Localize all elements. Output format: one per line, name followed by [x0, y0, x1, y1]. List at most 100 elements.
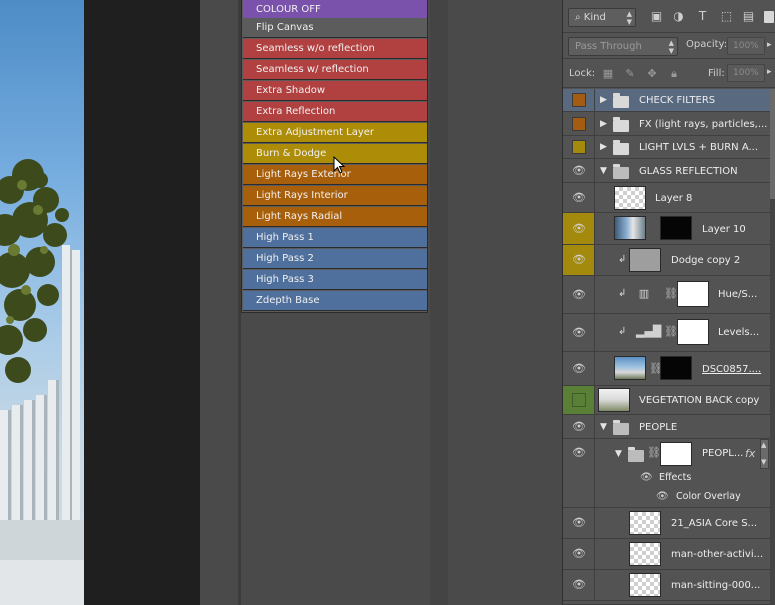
layer-thumbnail — [629, 248, 661, 272]
menu-item-colour-off[interactable]: COLOUR OFF — [243, 0, 427, 20]
fill-field[interactable]: 100% — [727, 64, 765, 82]
layer-row-check-filters[interactable]: ▶ CHECK FILTERS — [563, 89, 773, 112]
link-chain-icon[interactable]: ⛓︎ — [664, 288, 678, 300]
folder-icon — [613, 93, 629, 108]
menu-item-zdepth-base[interactable]: Zdepth Base — [243, 291, 427, 311]
layer-visibility-cell[interactable]: 👁︎ — [563, 213, 595, 244]
layer-visibility-cell[interactable]: 👁︎ — [563, 539, 595, 569]
eye-icon[interactable]: 👁︎ — [572, 254, 586, 265]
menu-item-seamless-with-reflection[interactable]: Seamless w/ reflection — [243, 60, 427, 80]
layer-row-man-sitting[interactable]: 👁︎ man-sitting-000... — [563, 570, 773, 601]
menu-item-extra-reflection[interactable]: Extra Reflection — [243, 102, 427, 122]
dropdown-arrow-icon[interactable]: ▸ — [767, 67, 772, 77]
layer-row-people[interactable]: 👁︎ ▼ PEOPLE — [563, 415, 773, 439]
layer-effects-fx-icon[interactable]: fx — [745, 447, 755, 460]
scroll-up-arrow-icon[interactable]: ▲ — [761, 441, 766, 449]
layer-row-layer-8[interactable]: 👁︎ Layer 8 — [563, 183, 773, 213]
layer-row-dodge-copy-2[interactable]: 👁︎ ↲ Dodge copy 2 — [563, 245, 773, 276]
layer-visibility-cell[interactable] — [563, 136, 595, 158]
scroll-down-arrow-icon[interactable]: ▼ — [761, 458, 766, 466]
layer-visibility-cell[interactable]: 👁︎ — [563, 245, 595, 275]
menu-item-seamless-without-reflection[interactable]: Seamless w/o reflection — [243, 39, 427, 59]
layer-effects-row[interactable]: 👁︎ Effects — [563, 469, 773, 488]
eye-icon[interactable]: 👁︎ — [572, 223, 586, 234]
dropdown-arrow-icon[interactable]: ▸ — [767, 40, 772, 50]
link-chain-icon[interactable]: ⛓︎ — [664, 326, 678, 338]
layer-row-levels[interactable]: 👁︎ ↲ ▂▄█ ⛓︎ Levels... — [563, 314, 773, 352]
eye-icon[interactable]: 👁︎ — [572, 447, 586, 458]
layer-visibility-cell — [563, 469, 595, 488]
lock-bar: Lock: ▦ ✎ ✥ 🔒︎ Fill: 100% ▸ — [563, 59, 775, 88]
layer-visibility-cell[interactable]: 👁︎ — [563, 508, 595, 538]
menu-item-extra-adjustment-layer[interactable]: Extra Adjustment Layer — [243, 123, 427, 143]
layer-visibility-cell[interactable]: 👁︎ — [563, 439, 595, 469]
expand-triangle-icon[interactable]: ▶ — [600, 142, 607, 152]
lock-image-pixels-icon[interactable]: ✎ — [623, 67, 637, 81]
menu-item-flip-canvas[interactable]: Flip Canvas — [243, 18, 427, 38]
menu-item-high-pass-3[interactable]: High Pass 3 — [243, 270, 427, 290]
layer-visibility-cell[interactable]: 👁︎ — [563, 159, 595, 182]
smart-object-filter-icon[interactable]: ▤ — [741, 9, 756, 24]
color-overlay-effect-row[interactable]: 👁︎ Color Overlay — [563, 488, 773, 508]
eye-icon[interactable]: 👁︎ — [572, 363, 586, 374]
layer-name: GLASS REFLECTION — [639, 166, 738, 177]
lock-position-icon[interactable]: ✥ — [645, 67, 659, 81]
eye-icon[interactable]: 👁︎ — [572, 327, 586, 338]
expand-triangle-icon[interactable]: ▶ — [600, 95, 607, 105]
filter-toggle-button[interactable] — [764, 11, 774, 23]
eye-icon[interactable]: 👁︎ — [572, 517, 586, 528]
layer-visibility-cell[interactable]: 👁︎ — [563, 276, 595, 313]
layer-visibility-cell[interactable] — [563, 386, 595, 414]
layer-row-layer-10[interactable]: 👁︎ Layer 10 — [563, 213, 773, 245]
opacity-field[interactable]: 100% — [727, 37, 765, 55]
layer-visibility-cell[interactable]: 👁︎ — [563, 415, 595, 438]
eye-icon[interactable]: 👁︎ — [572, 548, 586, 559]
type-layer-filter-icon[interactable]: T — [695, 9, 710, 24]
eye-icon[interactable]: 👁︎ — [572, 289, 586, 300]
layer-row-hue-saturation[interactable]: 👁︎ ↲ ▥ ⛓︎ Hue/S... — [563, 276, 773, 314]
eye-icon[interactable]: 👁︎ — [656, 492, 670, 502]
eye-icon[interactable]: 👁︎ — [572, 165, 586, 176]
collapse-triangle-icon[interactable]: ▼ — [600, 422, 607, 432]
layers-scrollbar-track[interactable] — [770, 199, 775, 605]
menu-item-high-pass-2[interactable]: High Pass 2 — [243, 249, 427, 269]
filter-kind-select[interactable]: ⌕ Kind ▲ ▼ — [568, 8, 636, 27]
inner-scrollbar[interactable]: ▲ ▼ — [760, 439, 769, 469]
layer-visibility-cell[interactable]: 👁︎ — [563, 352, 595, 385]
layer-row-21-asia[interactable]: 👁︎ 21_ASIA Core S... — [563, 508, 773, 539]
layer-visibility-cell[interactable] — [563, 112, 595, 135]
layer-visibility-cell[interactable]: 👁︎ — [563, 314, 595, 351]
menu-item-extra-shadow[interactable]: Extra Shadow — [243, 81, 427, 101]
eye-icon[interactable]: 👁︎ — [572, 192, 586, 203]
blend-mode-select[interactable]: Pass Through ▲ ▼ — [568, 37, 678, 56]
eye-icon[interactable]: 👁︎ — [572, 579, 586, 590]
layers-scrollbar-thumb[interactable] — [770, 89, 775, 199]
pixel-layer-filter-icon[interactable]: ▣ — [649, 9, 664, 24]
layer-row-dsc0857[interactable]: 👁︎ ⛓︎ DSC0857.... — [563, 352, 773, 386]
adjustment-layer-filter-icon[interactable]: ◑ — [671, 9, 686, 24]
eye-icon[interactable]: 👁︎ — [640, 473, 654, 483]
layer-visibility-cell[interactable] — [563, 89, 595, 111]
collapse-triangle-icon[interactable]: ▼ — [600, 166, 607, 176]
layer-visibility-cell[interactable]: 👁︎ — [563, 570, 595, 600]
layer-row-vegetation-back-copy[interactable]: VEGETATION BACK copy — [563, 386, 773, 415]
layer-row-people-group-fx[interactable]: 👁︎ ▼ ⛓︎ PEOPL... fx — [563, 439, 773, 469]
layer-row-light-lvls[interactable]: ▶ LIGHT LVLS + BURN A... — [563, 136, 773, 159]
lock-transparent-pixels-icon[interactable]: ▦ — [601, 67, 615, 81]
layer-visibility-cell[interactable]: 👁︎ — [563, 183, 595, 212]
layer-row-glass-reflection[interactable]: 👁︎ ▼ GLASS REFLECTION — [563, 159, 773, 183]
eye-icon[interactable]: 👁︎ — [572, 421, 586, 432]
collapse-triangle-icon[interactable]: ▼ — [615, 449, 622, 459]
menu-item-light-rays-interior[interactable]: Light Rays Interior — [243, 186, 427, 206]
layer-row-man-other-activity[interactable]: 👁︎ man-other-activi... — [563, 539, 773, 570]
menu-item-light-rays-radial[interactable]: Light Rays Radial — [243, 207, 427, 227]
layer-filter-bar: ⌕ Kind ▲ ▼ ▣ ◑ T ⬚ ▤ — [563, 0, 775, 33]
link-chain-icon[interactable]: ⛓︎ — [647, 447, 661, 459]
layer-row-fx[interactable]: ▶ FX (light rays, particles,... — [563, 112, 773, 136]
layer-color-swatch — [572, 117, 586, 131]
menu-item-high-pass-1[interactable]: High Pass 1 — [243, 228, 427, 248]
shape-layer-filter-icon[interactable]: ⬚ — [719, 9, 734, 24]
expand-triangle-icon[interactable]: ▶ — [600, 119, 607, 129]
lock-all-icon[interactable]: 🔒︎ — [667, 67, 681, 81]
document-canvas[interactable] — [0, 0, 84, 605]
